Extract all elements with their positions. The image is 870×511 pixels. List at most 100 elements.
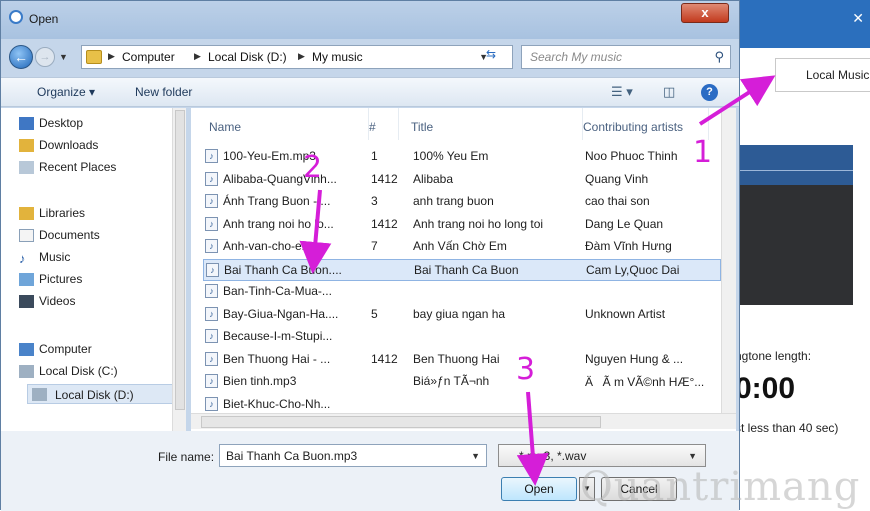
command-toolbar: Organize ▾ New folder ☰ ▾ ◫ ? [1,77,739,107]
drive-icon [32,388,47,401]
scrollbar-thumb[interactable] [175,110,185,410]
cell-artist: Unknown Artist [585,306,666,321]
table-row[interactable]: ♪ Because-I-m-Stupi... [203,326,721,348]
drive-icon [19,365,34,378]
open-button[interactable]: Open [501,477,577,501]
sidebar-item-label: Local Disk (D:) [55,388,134,402]
cell-title: 100% Yeu Em [413,149,489,163]
chevron-right-icon[interactable]: ▶ [194,51,201,62]
tab-local-music[interactable]: Local Music [775,58,870,92]
cell-artist: Cam Ly,Quoc Dai [586,262,680,277]
table-row[interactable]: ♪ Bai Thanh Ca Buon.... Bai Thanh Ca Buon C… [203,258,721,281]
column-header-number[interactable]: # [369,108,399,140]
sidebar-item-label: Recent Places [39,160,117,174]
navigation-pane: Desktop Downloads Recent Places Librarie… [1,108,186,431]
file-list-scrollbar[interactable] [721,108,736,413]
table-row[interactable]: ♪ Ben Thuong Hai - ... 1412 Ben Thuong Hai N… [203,349,721,371]
forward-button[interactable]: → [35,47,55,67]
column-header-title[interactable]: Title [411,108,583,140]
preview-pane-icon[interactable]: ◫ [663,84,675,100]
sidebar-item-music[interactable]: ♪ Music [19,250,70,270]
sidebar-item-downloads[interactable]: Downloads [19,138,98,158]
audio-file-icon: ♪ [205,306,218,321]
back-button[interactable]: ← [9,45,33,69]
sidebar-item-libraries[interactable]: Libraries [19,206,86,226]
dialog-titlebar[interactable]: Open x [1,1,739,39]
history-dropdown-icon[interactable]: ▼ [59,52,68,62]
chevron-right-icon: ▶ [108,51,115,61]
videos-icon [19,295,34,308]
column-header-artists[interactable]: Contributing artists [583,108,709,140]
documents-icon [19,229,34,242]
table-row[interactable]: ♪ Bien tinh.mp3 Biá»ƒn TÃ¬nh ÄÃ m VÃ©nh HÆ… [203,371,721,393]
refresh-icon[interactable]: ⇆ [486,47,506,65]
background-app: ✕ Local Music ngtone length: 0:00 st les… [735,0,870,510]
audio-file-icon: ♪ [205,351,218,366]
organize-button[interactable]: Organize ▾ [37,85,95,99]
table-row[interactable]: ♪ Ánh Trang Buon -.... 3 anh trang buon cao … [203,191,721,213]
filename-value: Bai Thanh Ca Buon.mp3 [226,449,358,463]
downloads-icon [19,139,34,152]
chevron-down-icon[interactable]: ▼ [688,451,697,461]
sidebar-item-computer[interactable]: Computer [19,342,92,362]
sidebar-item-local-disk-c[interactable]: Local Disk (C:) [19,364,118,384]
chevron-down-icon[interactable]: ▼ [471,451,480,461]
audio-file-icon: ♪ [205,329,218,343]
search-icon[interactable]: ⚲ [714,49,724,65]
sidebar-item-documents[interactable]: Documents [19,228,100,248]
table-row[interactable]: ♪ Ban-Tinh-Ca-Mua-... [203,281,721,303]
chevron-right-icon[interactable]: ▶ [298,51,305,62]
cell-title: Ben Thuong Hai [413,351,500,366]
table-row[interactable]: ♪ Anh trang noi ho lo... 1412 Anh trang noi… [203,214,721,236]
sidebar-item-label: Documents [39,228,100,242]
help-icon[interactable]: ? [701,84,718,101]
cell-number: 1 [371,149,378,163]
cell-number: 1412 [371,171,398,186]
sidebar-item-pictures[interactable]: Pictures [19,272,82,292]
filename-field[interactable]: Bai Thanh Ca Buon.mp3 ▼ [219,444,487,467]
table-row[interactable]: ♪ Bay-Giua-Ngan-Ha.... 5 bay giua ngan ha Un… [203,304,721,326]
close-icon[interactable]: ✕ [852,10,864,27]
cell-artist: cao thai son [585,194,650,208]
close-button[interactable]: x [681,3,729,23]
audio-file-icon: ♪ [205,396,218,411]
filename-label: File name: [158,450,215,464]
sidebar-item-videos[interactable]: Videos [19,294,75,314]
sidebar-item-local-disk-d[interactable]: Local Disk (D:) [27,384,177,404]
sidebar-item-recent-places[interactable]: Recent Places [19,160,117,180]
computer-icon [19,343,34,356]
sidebar-item-label: Libraries [39,206,86,220]
table-row[interactable]: ♪ Alibaba-QuangVinh... 1412 Alibaba Quang Vi… [203,169,721,191]
cell-name: Alibaba-QuangVinh... [223,171,337,186]
cell-artist: Quang Vinh [585,171,649,186]
dialog-title: Open [29,12,59,26]
breadcrumb-my-music[interactable]: My music [312,50,363,64]
new-folder-button[interactable]: New folder [135,85,192,99]
sidebar-scrollbar[interactable] [172,108,186,431]
cell-name: Ben Thuong Hai - ... [223,351,331,366]
cell-number: 3 [371,194,378,208]
audio-file-icon: ♪ [205,216,218,231]
column-header-name[interactable]: Name [209,108,369,140]
horizontal-scrollbar[interactable] [191,413,736,429]
sidebar-item-desktop[interactable]: Desktop [19,116,84,136]
table-row[interactable]: ♪ Anh-van-cho-em.... 7 Anh Vấn Chờ Em Đàm Vĩ… [203,236,721,258]
app-icon [9,10,23,24]
cell-number: 7 [371,239,378,253]
annotation-number: 3 [516,352,536,387]
breadcrumb-local-disk-d[interactable]: Local Disk (D:) [208,50,287,64]
cell-title: Anh Vấn Chờ Em [413,239,507,253]
address-bar[interactable]: ▶ Computer ▶ Local Disk (D:) ▶ My music … [81,45,513,69]
cell-name: Bien tinh.mp3 [223,374,297,388]
breadcrumb-computer[interactable]: Computer [122,50,175,64]
view-options-icon[interactable]: ☰ ▾ [611,84,633,100]
table-row[interactable]: ♪ 100-Yeu-Em.mp3 1 100% Yeu Em Noo Phuoc Thi… [203,146,721,168]
audio-file-icon: ♪ [205,194,218,208]
sidebar-item-label: Desktop [39,116,84,130]
search-input[interactable]: Search My music ⚲ [521,45,731,69]
waveform-header [735,145,853,185]
file-list: Name # Title Contributing artists ♪ 100-Y… [191,108,736,431]
ringtone-limit-text: st less than 40 sec) [735,421,839,435]
scrollbar-thumb[interactable] [201,416,601,428]
background-titlebar: ✕ [735,0,870,48]
